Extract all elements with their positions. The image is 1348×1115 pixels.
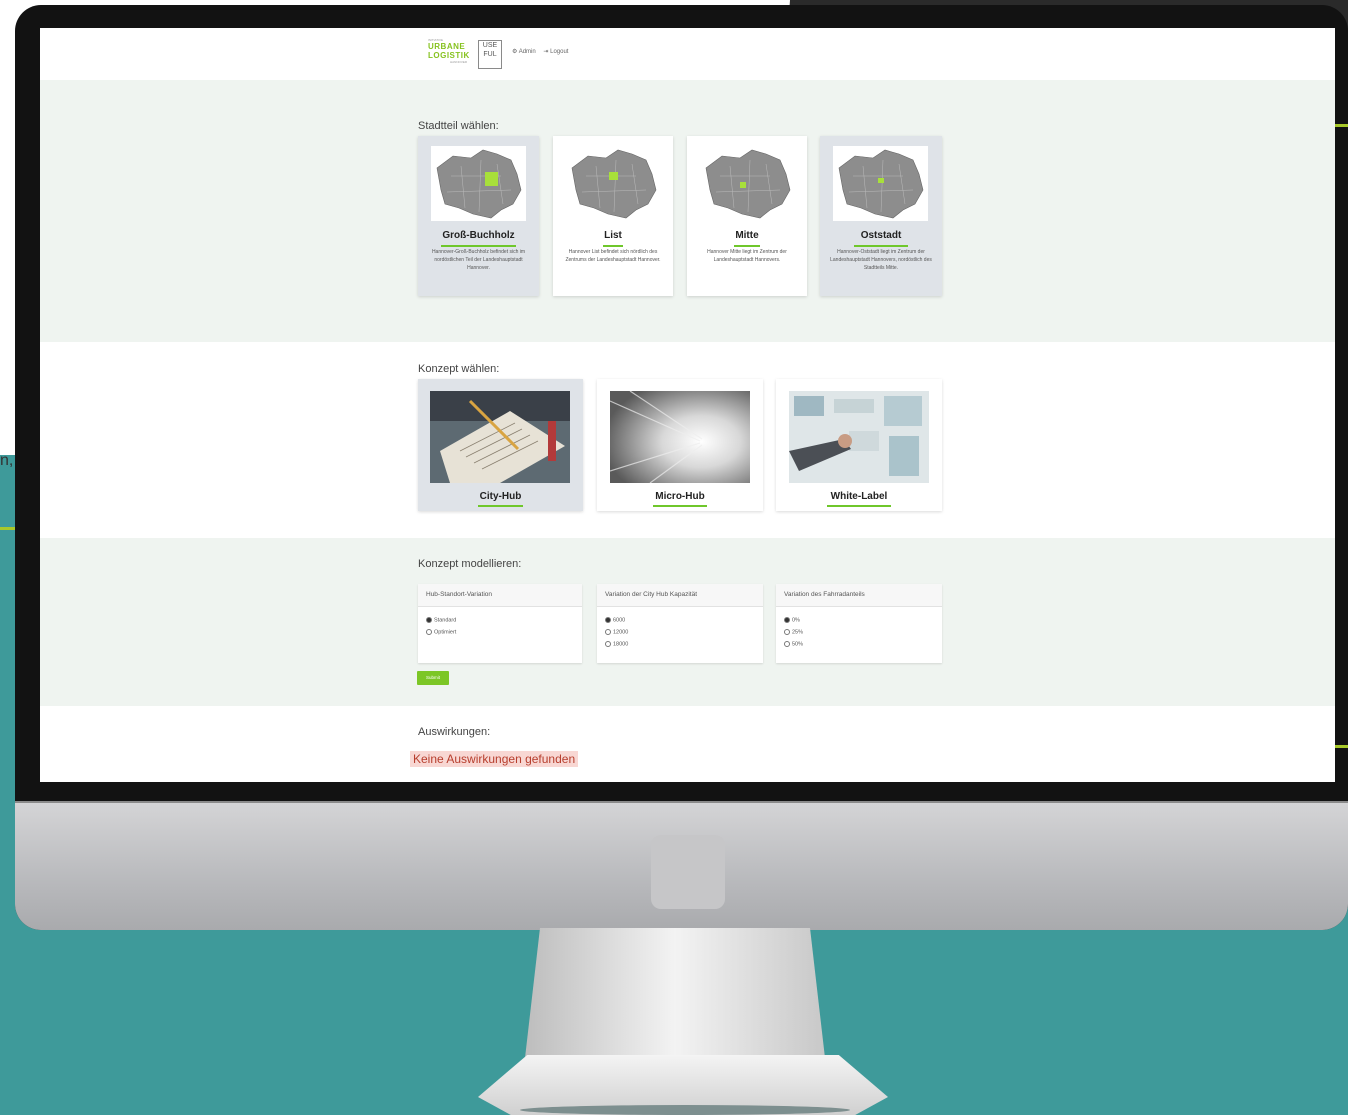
modellieren-title: Konzept modellieren: — [418, 558, 522, 570]
option-label: Standard — [434, 617, 457, 624]
title-underline — [653, 505, 707, 507]
option-label: Optimiert — [434, 629, 457, 636]
notebook-photo-icon — [430, 391, 570, 483]
panel-header: Hub-Standort-Variation — [418, 584, 582, 607]
radio-unchecked-icon[interactable] — [605, 629, 611, 635]
submit-button[interactable]: Submit — [417, 671, 449, 685]
district-description: Hannover Mitte liegt im Zentrum der Land… — [707, 249, 787, 263]
cut-off-text: n, — [0, 452, 14, 469]
district-card-oststadt[interactable]: Oststadt Hannover-Oststadt liegt im Zent… — [820, 136, 942, 296]
title-underline — [478, 505, 523, 507]
title-underline — [441, 245, 516, 247]
district-title: Oststadt — [860, 230, 902, 241]
stadtteil-title: Stadtteil wählen: — [418, 120, 499, 132]
radio-option[interactable]: 18000 — [605, 641, 628, 647]
district-map-icon — [431, 146, 526, 221]
option-label: 6000 — [613, 617, 626, 624]
option-label: 18000 — [613, 641, 629, 648]
brand-logo-icon — [651, 835, 725, 909]
district-card-mitte[interactable]: Mitte Hannover Mitte liegt im Zentrum de… — [687, 136, 807, 296]
radio-option[interactable]: 50% — [784, 641, 803, 647]
app-screen: INITIATIVE URBANE LOGISTIK HANNOVER USE … — [40, 28, 1335, 782]
concept-card-white-label[interactable]: White-Label — [776, 379, 942, 511]
radio-checked-icon[interactable] — [605, 617, 611, 623]
tunnel-photo-icon — [609, 390, 750, 484]
option-label: 0% — [792, 617, 800, 624]
radio-option[interactable]: 0% — [784, 617, 800, 623]
auswirkungen-title: Auswirkungen: — [418, 726, 491, 738]
konzept-title: Konzept wählen: — [418, 363, 500, 375]
district-map-icon — [833, 146, 928, 221]
radio-option[interactable]: Optimiert — [426, 629, 456, 635]
top-navbar: INITIATIVE URBANE LOGISTIK HANNOVER USE … — [40, 28, 1335, 80]
panel-header: Variation des Fahrradanteils — [776, 584, 942, 607]
monitor-chin — [15, 803, 1348, 930]
district-map-icon — [700, 146, 795, 221]
radio-unchecked-icon[interactable] — [784, 641, 790, 647]
section-modellieren: Konzept modellieren: Hub-Standort-Variat… — [40, 538, 1335, 706]
concept-title: Micro-Hub — [655, 491, 705, 502]
logo-useful: USE FUL — [478, 40, 502, 69]
concept-card-micro-hub[interactable]: Micro-Hub — [597, 379, 763, 511]
radio-option[interactable]: 12000 — [605, 629, 628, 635]
district-title: Mitte — [735, 230, 759, 241]
radio-option[interactable]: Standard — [426, 617, 456, 623]
nav-admin-link[interactable]: ⚙ Admin — [512, 49, 536, 55]
section-konzept: Konzept wählen: City-Hub Micro-Hub White… — [40, 342, 1335, 538]
radio-unchecked-icon[interactable] — [426, 629, 432, 635]
panel-fahrradanteil: Variation des Fahrradanteils 0% 25% 50% — [776, 584, 942, 663]
panel-kapazitaet: Variation der City Hub Kapazität 6000 12… — [597, 584, 763, 663]
title-underline — [854, 245, 908, 247]
concept-card-city-hub[interactable]: City-Hub — [418, 379, 583, 511]
radio-option[interactable]: 25% — [784, 629, 803, 635]
planning-board-photo-icon — [789, 391, 929, 483]
district-card-gross-buchholz[interactable]: Groß-Buchholz Hannover-Groß-Buchholz bef… — [418, 136, 539, 296]
option-label: 50% — [792, 641, 804, 648]
section-auswirkungen: Auswirkungen: — [40, 706, 1335, 782]
nav-links: ⚙ Admin ⇥ Logout — [512, 48, 574, 55]
section-stadtteil: Stadtteil wählen: Groß-Buchholz Hannover… — [40, 80, 1335, 342]
panel-hub-standort: Hub-Standort-Variation Standard Optimier… — [418, 584, 582, 663]
app-logo[interactable]: INITIATIVE URBANE LOGISTIK HANNOVER USE … — [428, 38, 503, 72]
district-description: Hannover-Oststadt liegt im Zentrum der L… — [830, 249, 932, 271]
district-description: Hannover-Groß-Buchholz befindet sich im … — [431, 249, 526, 271]
concept-title: White-Label — [830, 491, 888, 502]
radio-checked-icon[interactable] — [426, 617, 432, 623]
district-map-icon — [566, 146, 661, 221]
option-label: 25% — [792, 629, 804, 636]
radio-checked-icon[interactable] — [784, 617, 790, 623]
radio-unchecked-icon[interactable] — [784, 629, 790, 635]
monitor-stand — [525, 928, 825, 1058]
radio-unchecked-icon[interactable] — [605, 641, 611, 647]
title-underline — [827, 505, 891, 507]
district-card-list[interactable]: List Hannover List befindet sich nördlic… — [553, 136, 673, 296]
nav-logout-link[interactable]: ⇥ Logout — [543, 49, 568, 55]
district-description: Hannover List befindet sich nördlich des… — [565, 249, 661, 263]
stand-shadow — [520, 1105, 850, 1115]
title-underline — [603, 245, 623, 247]
title-underline — [734, 245, 760, 247]
concept-title: City-Hub — [479, 491, 522, 502]
no-results-alert: Keine Auswirkungen gefunden — [410, 751, 579, 767]
radio-option[interactable]: 6000 — [605, 617, 625, 623]
district-title: Groß-Buchholz — [442, 230, 515, 241]
panel-header: Variation der City Hub Kapazität — [597, 584, 763, 607]
option-label: 12000 — [613, 629, 629, 636]
district-title: List — [604, 230, 622, 241]
